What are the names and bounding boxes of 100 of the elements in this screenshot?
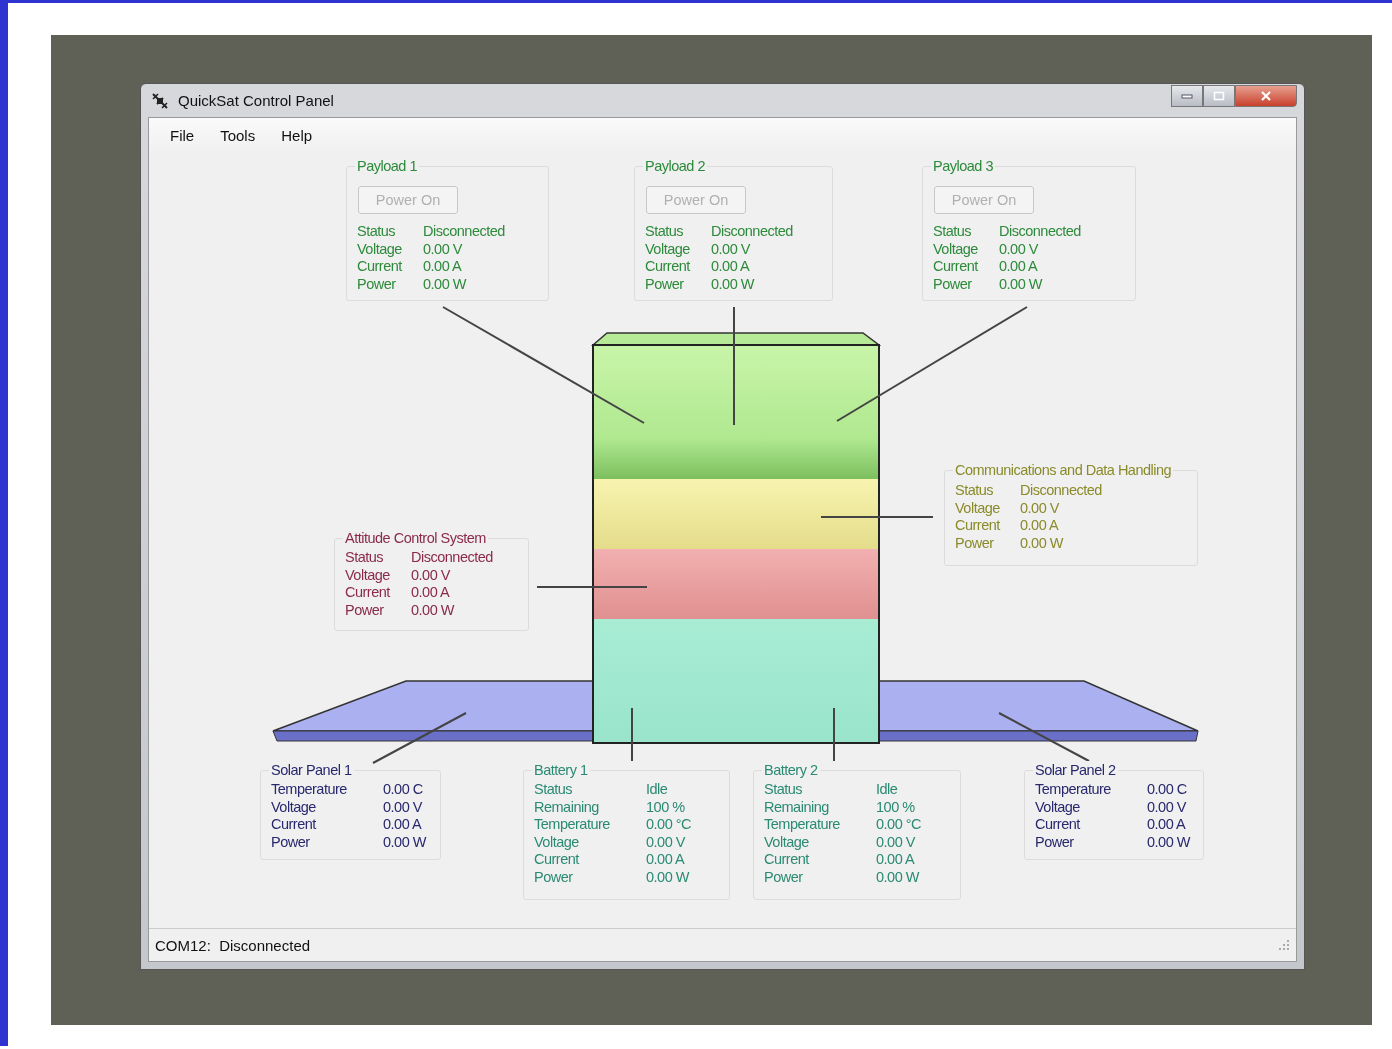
group-title: Payload 2	[643, 157, 707, 175]
field-label: Voltage	[645, 240, 691, 258]
field-value: Idle	[646, 781, 669, 799]
field-label: Power	[534, 868, 574, 886]
field-value: 0.00 W	[1020, 534, 1065, 552]
field-value: 0.00 A	[423, 258, 463, 276]
field-value: 0.00 A	[411, 584, 451, 602]
field-label: Voltage	[764, 833, 810, 851]
field-value: Disconnected	[411, 549, 494, 567]
field-value: 0.00 V	[411, 566, 451, 584]
field-label: Voltage	[357, 240, 403, 258]
field-label: Power	[764, 868, 804, 886]
field-value: Idle	[876, 781, 899, 799]
leader-line	[631, 707, 633, 762]
field-label: Temperature	[1035, 781, 1112, 799]
field-value: Disconnected	[999, 223, 1082, 241]
maximize-button[interactable]	[1203, 85, 1235, 107]
field-label: Remaining	[534, 798, 600, 816]
field-label: Status	[955, 482, 995, 500]
field-value: 0.00 V	[646, 833, 686, 851]
field-value: 0.00 A	[876, 851, 916, 869]
field-value: 0.00 W	[711, 275, 756, 293]
field-value: 0.00 W	[383, 833, 428, 851]
field-value: Disconnected	[423, 223, 506, 241]
field-label: Power	[345, 601, 385, 619]
field-value: 0.00 W	[411, 601, 456, 619]
field-value: 0.00 A	[1020, 517, 1060, 535]
field-label: Power	[357, 275, 397, 293]
field-label: Power	[645, 275, 685, 293]
group-title: Attitude Control System	[343, 529, 488, 547]
field-value: 100 %	[876, 798, 916, 816]
field-label: Temperature	[764, 816, 841, 834]
field-label: Power	[933, 275, 973, 293]
field-value: 0.00 W	[999, 275, 1044, 293]
group-title: Payload 1	[355, 157, 419, 175]
maximize-icon	[1213, 91, 1225, 101]
field-label: Power	[955, 534, 995, 552]
field-label: Temperature	[534, 816, 611, 834]
field-value: 0.00 V	[423, 240, 463, 258]
field-label: Current	[933, 258, 979, 276]
field-label: Current	[271, 816, 317, 834]
field-value: 0.00 V	[1147, 798, 1187, 816]
close-icon	[1260, 91, 1272, 101]
field-value: 0.00 C	[383, 781, 424, 799]
menu-item[interactable]: File	[170, 127, 195, 144]
field-label: Current	[345, 584, 391, 602]
field-value: Disconnected	[711, 223, 794, 241]
field-label: Current	[1035, 816, 1081, 834]
field-value: 0.00 W	[876, 868, 921, 886]
field-value: 100 %	[646, 798, 686, 816]
field-label: Remaining	[764, 798, 830, 816]
field-label: Current	[955, 517, 1001, 535]
menu-item[interactable]: Help	[281, 127, 313, 144]
field-value: 0.00 V	[876, 833, 916, 851]
field-label: Status	[645, 223, 685, 241]
minimize-button[interactable]	[1171, 85, 1203, 107]
window-title: QuickSat Control Panel	[178, 92, 334, 109]
field-label: Status	[764, 781, 804, 799]
field-label: Current	[645, 258, 691, 276]
close-button[interactable]	[1235, 85, 1297, 107]
minimize-icon	[1181, 93, 1193, 99]
field-label: Voltage	[955, 499, 1001, 517]
field-label: Current	[357, 258, 403, 276]
field-label: Voltage	[271, 798, 317, 816]
field-value: 0.00 W	[1147, 833, 1192, 851]
leader-line	[833, 707, 835, 762]
field-label: Status	[534, 781, 574, 799]
field-value: 0.00 °C	[646, 816, 693, 834]
field-label: Status	[933, 223, 973, 241]
field-value: 0.00 A	[999, 258, 1039, 276]
group-title: Payload 3	[931, 157, 995, 175]
field-value: 0.00 A	[383, 816, 423, 834]
field-label: Voltage	[345, 566, 391, 584]
field-value: 0.00 A	[1147, 816, 1187, 834]
field-label: Current	[764, 851, 810, 869]
field-label: Status	[357, 223, 397, 241]
field-value: 0.00 A	[711, 258, 751, 276]
field-label: Power	[1035, 833, 1075, 851]
field-value: Disconnected	[1020, 482, 1103, 500]
field-label: Voltage	[933, 240, 979, 258]
field-value: 0.00 A	[646, 851, 686, 869]
connection-status: COM12: Disconnected	[155, 936, 311, 954]
resize-grip-icon[interactable]	[1278, 939, 1290, 951]
field-value: 0.00 °C	[876, 816, 923, 834]
menu-item[interactable]: Tools	[220, 127, 256, 144]
field-value: 0.00 W	[423, 275, 468, 293]
field-label: Temperature	[271, 781, 348, 799]
field-label: Power	[271, 833, 311, 851]
satellite-icon	[150, 90, 170, 111]
field-label: Status	[345, 549, 385, 567]
field-value: 0.00 W	[646, 868, 691, 886]
field-value: 0.00 V	[1020, 499, 1060, 517]
field-label: Current	[534, 851, 580, 869]
group-title: Communications and Data Handling	[953, 461, 1174, 479]
field-label: Voltage	[534, 833, 580, 851]
field-value: 0.00 V	[711, 240, 751, 258]
field-label: Voltage	[1035, 798, 1081, 816]
field-value: 0.00 V	[383, 798, 423, 816]
field-value: 0.00 V	[999, 240, 1039, 258]
field-value: 0.00 C	[1147, 781, 1188, 799]
